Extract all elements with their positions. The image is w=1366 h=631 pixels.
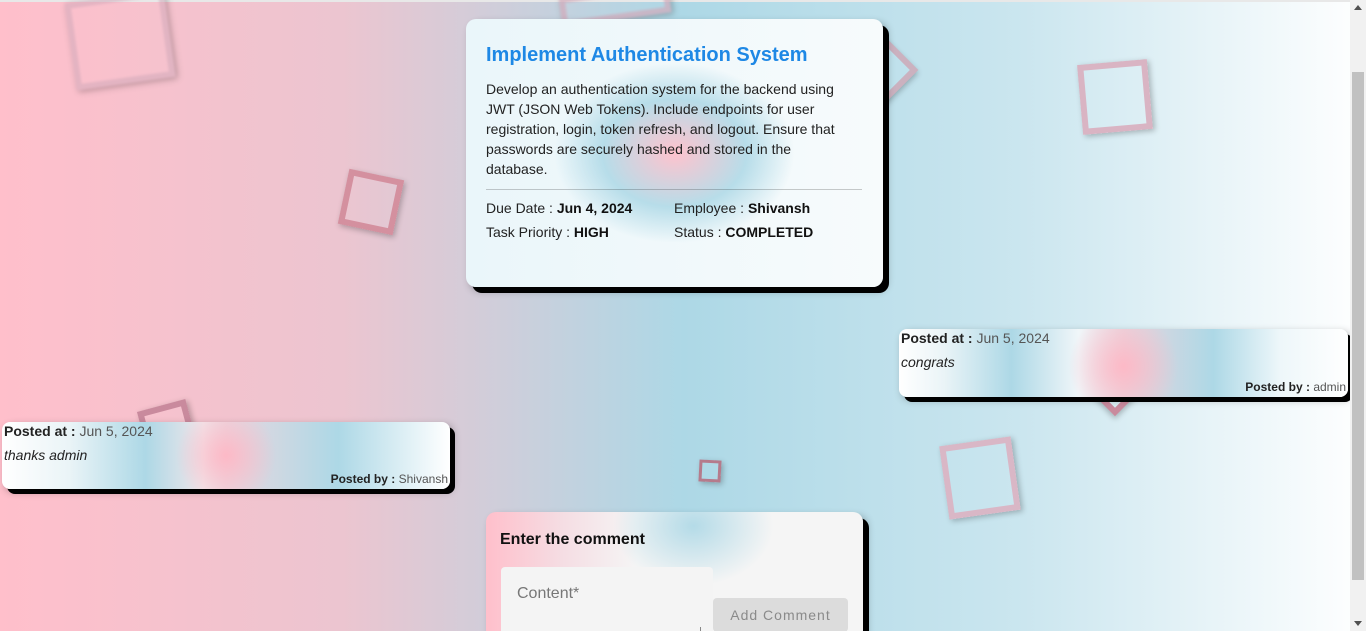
comment-card: Posted at : Jun 5, 2024 congrats Posted … bbox=[899, 329, 1348, 397]
resize-handle-icon[interactable] bbox=[694, 627, 701, 631]
comment-form: Enter the comment Add Comment bbox=[486, 512, 863, 631]
comment-posted-at: Posted at : Jun 5, 2024 bbox=[901, 329, 1346, 347]
page-background: Implement Authentication System Develop … bbox=[0, 0, 1366, 631]
task-title: Implement Authentication System bbox=[486, 44, 808, 66]
due-date-label: Due Date : bbox=[486, 200, 553, 216]
comment-posted-by: Posted by : Shivansh bbox=[331, 471, 448, 487]
decor-square bbox=[1077, 59, 1153, 135]
task-priority: Task Priority : HIGH bbox=[486, 224, 674, 240]
employee: Employee : Shivansh bbox=[674, 200, 862, 216]
task-card: Implement Authentication System Develop … bbox=[466, 19, 883, 287]
content-field[interactable] bbox=[501, 567, 713, 631]
comment-card: Posted at : Jun 5, 2024 thanks admin Pos… bbox=[2, 422, 450, 489]
decor-square bbox=[698, 459, 722, 483]
decor-square bbox=[64, 0, 176, 91]
divider bbox=[486, 189, 862, 190]
scrollbar-thumb[interactable] bbox=[1352, 72, 1364, 580]
decor-square bbox=[337, 168, 405, 236]
top-border bbox=[0, 0, 1350, 2]
due-date: Due Date : Jun 4, 2024 bbox=[486, 200, 674, 216]
status-label: Status : bbox=[674, 224, 722, 240]
comment-posted-at: Posted at : Jun 5, 2024 bbox=[4, 422, 448, 440]
posted-at-label: Posted at : bbox=[901, 330, 973, 346]
scroll-down-arrow-icon[interactable] bbox=[1354, 621, 1362, 626]
scroll-up-arrow-icon[interactable] bbox=[1354, 5, 1362, 10]
comment-content: thanks admin bbox=[4, 447, 88, 463]
add-comment-button[interactable]: Add Comment bbox=[713, 598, 848, 631]
posted-by-label: Posted by : bbox=[330, 472, 396, 486]
posted-at-value: Jun 5, 2024 bbox=[976, 330, 1050, 346]
comment-posted-by: Posted by : admin bbox=[1245, 379, 1346, 395]
task-description: Develop an authentication system for the… bbox=[486, 81, 835, 177]
posted-at-label: Posted at : bbox=[4, 423, 76, 439]
posted-by-value: Shivansh bbox=[398, 472, 448, 486]
task-status: Status : COMPLETED bbox=[674, 224, 862, 240]
priority-label: Task Priority : bbox=[486, 224, 571, 240]
posted-at-value: Jun 5, 2024 bbox=[79, 423, 153, 439]
due-date-value: Jun 4, 2024 bbox=[556, 200, 633, 216]
priority-value: HIGH bbox=[573, 224, 609, 240]
comment-form-title: Enter the comment bbox=[500, 531, 645, 548]
posted-by-label: Posted by : bbox=[1245, 380, 1310, 394]
task-meta: Due Date : Jun 4, 2024 Employee : Shivan… bbox=[486, 200, 863, 240]
scrollbar[interactable] bbox=[1350, 0, 1366, 631]
status-value: COMPLETED bbox=[725, 224, 814, 240]
comment-content: congrats bbox=[901, 354, 955, 370]
employee-label: Employee : bbox=[674, 200, 745, 216]
content-input[interactable] bbox=[517, 585, 697, 603]
employee-value: Shivansh bbox=[747, 200, 811, 216]
decor-square bbox=[939, 436, 1021, 520]
posted-by-value: admin bbox=[1313, 380, 1346, 394]
